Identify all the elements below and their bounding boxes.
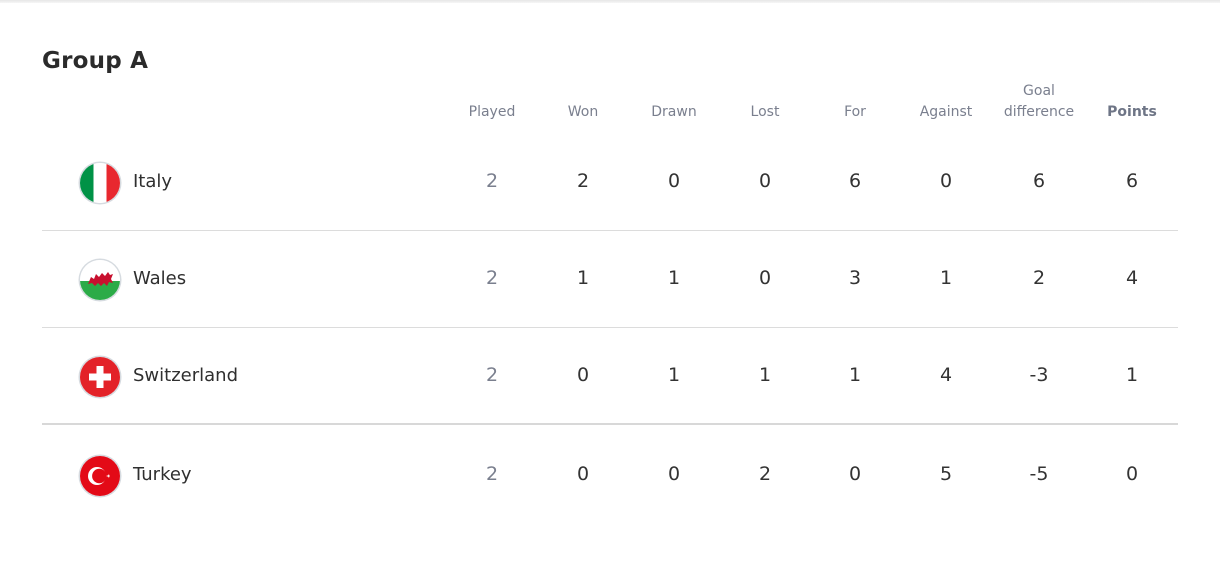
goal-difference-value: 2 — [1032, 267, 1046, 289]
lost-value: 1 — [758, 364, 772, 386]
goals-for-value: 1 — [848, 364, 862, 386]
goals-against-value: 1 — [939, 267, 953, 289]
lost-value: 0 — [758, 170, 772, 192]
table-row-italy[interactable]: Italy 2 2 0 0 6 0 6 6 — [42, 134, 1178, 231]
column-header-played: Played — [468, 104, 516, 120]
table-row-switzerland[interactable]: Switzerland 2 0 1 1 1 4 -3 1 — [42, 328, 1178, 425]
goal-difference-value: 6 — [1032, 170, 1046, 192]
drawn-value: 0 — [667, 170, 681, 192]
goals-for-value: 3 — [848, 267, 862, 289]
column-header-points: Points — [1107, 104, 1157, 120]
table-header: Played Won Drawn Lost For Against Goal d… — [0, 0, 1220, 140]
points-value: 4 — [1125, 267, 1139, 289]
goals-against-value: 4 — [939, 364, 953, 386]
won-value: 0 — [576, 364, 590, 386]
column-header-goal-difference-line2: difference — [1003, 104, 1075, 120]
column-header-against: Against — [919, 104, 973, 120]
drawn-value: 1 — [667, 364, 681, 386]
points-value: 6 — [1125, 170, 1139, 192]
goals-against-value: 0 — [939, 170, 953, 192]
team-name[interactable]: Turkey — [133, 464, 192, 485]
played-value: 2 — [485, 364, 499, 386]
table-row-turkey[interactable]: Turkey 2 0 0 2 0 5 -5 0 — [42, 427, 1178, 524]
goal-difference-value: -5 — [1029, 463, 1049, 485]
lost-value: 2 — [758, 463, 772, 485]
drawn-value: 1 — [667, 267, 681, 289]
column-header-lost: Lost — [750, 104, 780, 120]
team-name[interactable]: Switzerland — [133, 365, 238, 386]
team-name[interactable]: Wales — [133, 268, 186, 289]
column-header-won: Won — [567, 104, 599, 120]
column-header-drawn: Drawn — [651, 104, 697, 120]
table-row-wales[interactable]: Wales 2 1 1 0 3 1 2 4 — [42, 231, 1178, 328]
points-value: 0 — [1125, 463, 1139, 485]
played-value: 2 — [485, 463, 499, 485]
wales-flag-icon — [80, 260, 120, 300]
drawn-value: 0 — [667, 463, 681, 485]
goal-difference-value: -3 — [1029, 364, 1049, 386]
goals-against-value: 5 — [939, 463, 953, 485]
points-value: 1 — [1125, 364, 1139, 386]
won-value: 2 — [576, 170, 590, 192]
played-value: 2 — [485, 170, 499, 192]
played-value: 2 — [485, 267, 499, 289]
turkey-flag-icon — [80, 456, 120, 496]
goals-for-value: 6 — [848, 170, 862, 192]
won-value: 0 — [576, 463, 590, 485]
won-value: 1 — [576, 267, 590, 289]
switzerland-flag-icon — [80, 357, 120, 397]
column-header-goal-difference-line1: Goal — [1023, 83, 1055, 99]
row-divider — [42, 423, 1178, 425]
team-name[interactable]: Italy — [133, 171, 172, 192]
column-header-for: For — [844, 104, 866, 120]
goals-for-value: 0 — [848, 463, 862, 485]
lost-value: 0 — [758, 267, 772, 289]
italy-flag-icon — [80, 163, 120, 203]
